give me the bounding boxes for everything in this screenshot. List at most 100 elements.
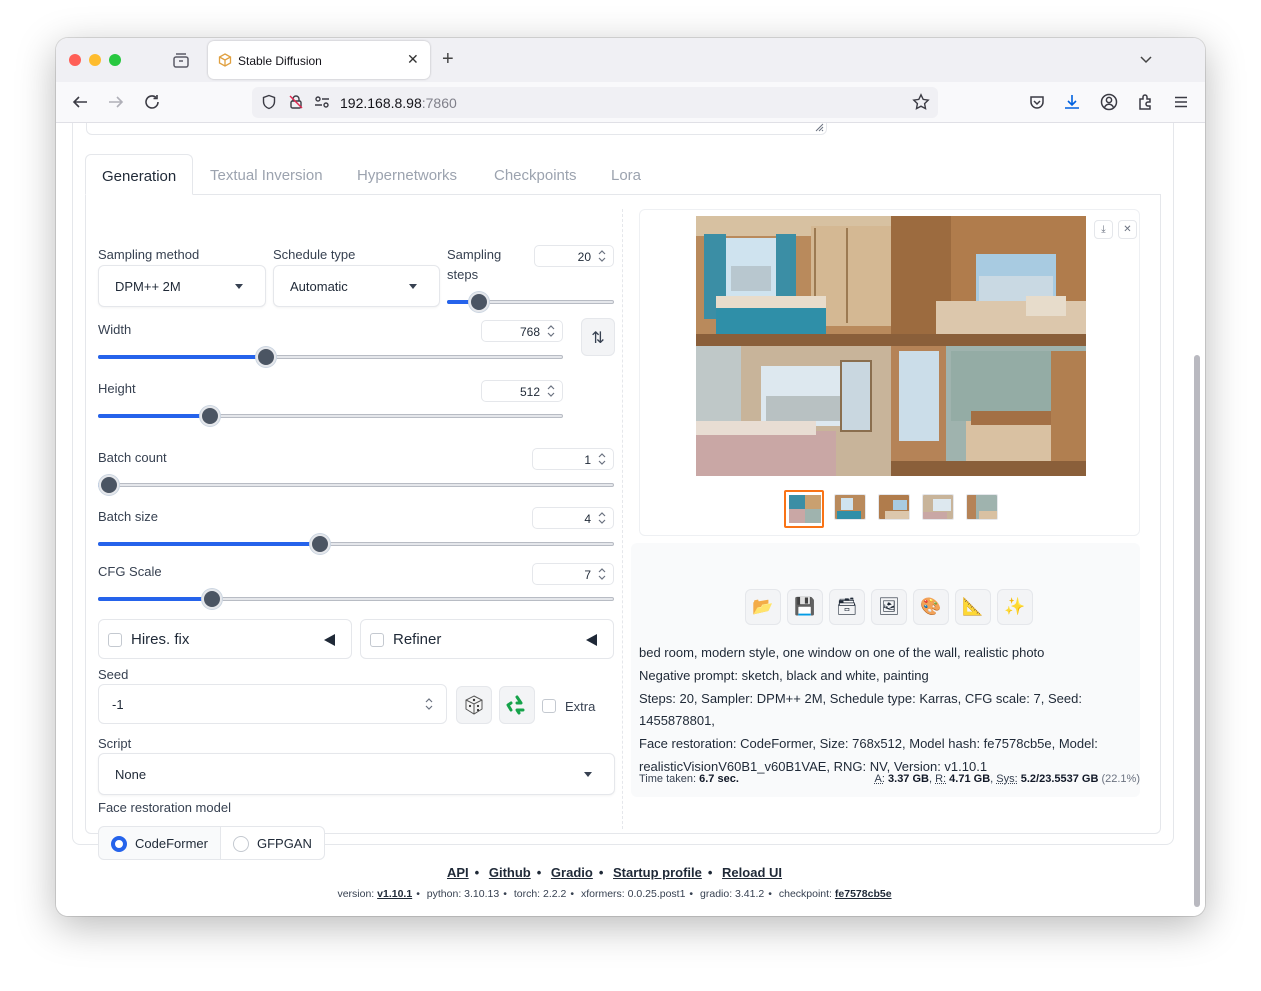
url-text[interactable]: 192.168.8.98:7860 xyxy=(340,95,457,111)
generated-image-grid[interactable] xyxy=(696,216,1086,476)
radio-unselected-icon[interactable] xyxy=(232,836,249,852)
thumbnail-3[interactable] xyxy=(922,494,954,520)
close-tab-icon[interactable]: ✕ xyxy=(407,52,419,66)
download-icon[interactable]: ⤓ xyxy=(1094,220,1113,239)
prompt-textarea[interactable] xyxy=(86,123,827,135)
cfg-scale-label: CFG Scale xyxy=(98,564,162,579)
batch-count-slider[interactable] xyxy=(98,475,614,495)
random-seed-button[interactable] xyxy=(456,686,492,724)
batch-size-label: Batch size xyxy=(98,509,158,524)
hires-fix-accordion[interactable]: Hires. fix xyxy=(98,619,352,659)
window-close-button[interactable] xyxy=(69,54,81,66)
version-link[interactable]: v1.10.1 xyxy=(377,888,412,900)
slider-handle[interactable] xyxy=(99,475,119,495)
thumbnail-4[interactable] xyxy=(966,494,998,520)
hires-fix-checkbox[interactable] xyxy=(108,633,122,647)
footer-link-github[interactable]: Github xyxy=(489,865,531,880)
height-slider[interactable] xyxy=(98,406,563,426)
width-input[interactable]: 768 xyxy=(481,320,563,342)
tab-generation[interactable]: Generation xyxy=(85,154,194,195)
sampling-steps-slider[interactable] xyxy=(447,292,614,312)
browser-tab-active[interactable]: Stable Diffusion ✕ xyxy=(208,41,430,79)
refiner-checkbox[interactable] xyxy=(370,633,384,647)
spinner-arrows-icon[interactable] xyxy=(423,696,435,712)
slider-fill xyxy=(98,597,214,601)
save-button[interactable]: 💾 xyxy=(787,589,823,625)
tab-checkpoints[interactable]: Checkpoints xyxy=(494,154,577,195)
spinner-arrows-icon[interactable] xyxy=(596,511,608,525)
cfg-scale-slider[interactable] xyxy=(98,589,614,609)
slider-handle[interactable] xyxy=(255,347,276,367)
height-input[interactable]: 512 xyxy=(481,380,563,402)
slider-handle[interactable] xyxy=(200,406,221,426)
spinner-arrows-icon[interactable] xyxy=(596,249,608,263)
bedroom-grid-image xyxy=(696,216,1086,476)
radio-codeformer[interactable]: CodeFormer xyxy=(98,826,221,860)
window-maximize-button[interactable] xyxy=(109,54,121,66)
tab-list-icon[interactable] xyxy=(172,51,190,69)
tab-lora[interactable]: Lora xyxy=(611,154,641,195)
footer-link-startup-profile[interactable]: Startup profile xyxy=(613,865,702,880)
batch-count-input[interactable]: 1 xyxy=(532,448,614,470)
open-folder-button[interactable]: 📂 xyxy=(745,589,781,625)
spinner-arrows-icon[interactable] xyxy=(596,452,608,466)
footer-link-reload-ui[interactable]: Reload UI xyxy=(722,865,782,880)
send-to-extras-button[interactable]: 📐 xyxy=(955,589,991,625)
slider-handle[interactable] xyxy=(310,534,331,554)
schedule-type-dropdown[interactable]: Automatic xyxy=(273,265,440,307)
send-to-img2img-button[interactable]: 🖼 xyxy=(871,589,907,625)
extra-seed-checkbox[interactable] xyxy=(542,699,556,713)
extensions-icon[interactable] xyxy=(1136,93,1154,111)
footer-link-gradio[interactable]: Gradio xyxy=(551,865,593,880)
collapse-triangle-icon[interactable] xyxy=(324,634,335,646)
info-prompt: bed room, modern style, one window on on… xyxy=(639,645,1045,660)
close-icon[interactable]: ✕ xyxy=(1118,220,1137,239)
footer-link-api[interactable]: API xyxy=(447,865,469,880)
cfg-scale-input[interactable]: 7 xyxy=(532,563,614,585)
bookmark-star-icon[interactable] xyxy=(912,93,930,111)
forward-arrow-icon[interactable] xyxy=(107,93,125,111)
sampling-method-dropdown[interactable]: DPM++ 2M xyxy=(98,265,266,307)
reuse-seed-button[interactable] xyxy=(499,686,535,724)
script-dropdown[interactable]: None xyxy=(98,753,615,795)
thumbnail-2[interactable] xyxy=(878,494,910,520)
hamburger-menu-icon[interactable] xyxy=(1172,93,1190,111)
spinner-arrows-icon[interactable] xyxy=(596,567,608,581)
back-arrow-icon[interactable] xyxy=(71,93,89,111)
shield-icon[interactable] xyxy=(261,94,277,110)
radio-gfpgan[interactable]: GFPGAN xyxy=(220,826,325,860)
new-tab-icon[interactable]: + xyxy=(442,49,454,69)
tab-hypernetworks[interactable]: Hypernetworks xyxy=(357,154,457,195)
tab-textual-inversion[interactable]: Textual Inversion xyxy=(210,154,323,195)
downloads-icon[interactable] xyxy=(1063,93,1081,111)
account-icon[interactable] xyxy=(1100,93,1118,111)
seed-input[interactable]: -1 xyxy=(98,684,447,724)
collapse-triangle-icon[interactable] xyxy=(586,634,597,646)
permissions-icon[interactable] xyxy=(314,95,330,109)
window-minimize-button[interactable] xyxy=(89,54,101,66)
checkpoint-link[interactable]: fe7578cb5e xyxy=(835,888,892,900)
insecure-lock-icon[interactable] xyxy=(288,94,304,110)
slider-handle[interactable] xyxy=(202,589,223,609)
pocket-icon[interactable] xyxy=(1028,93,1046,111)
radio-selected-icon[interactable] xyxy=(111,836,127,852)
url-bar[interactable]: 192.168.8.98:7860 xyxy=(252,87,938,118)
send-to-inpaint-button[interactable]: 🎨 xyxy=(913,589,949,625)
thumbnail-grid[interactable] xyxy=(784,490,824,528)
resize-grip-icon[interactable] xyxy=(814,123,824,132)
width-slider[interactable] xyxy=(98,347,563,367)
thumbnail-1[interactable] xyxy=(834,494,866,520)
reload-icon[interactable] xyxy=(143,93,161,111)
upscale-button[interactable]: ✨ xyxy=(997,589,1033,625)
zip-button[interactable]: 🗃 xyxy=(829,589,865,625)
swap-dimensions-button[interactable]: ⇅ xyxy=(581,318,615,356)
spinner-arrows-icon[interactable] xyxy=(545,384,557,398)
spinner-arrows-icon[interactable] xyxy=(545,324,557,338)
sampling-steps-input[interactable]: 20 xyxy=(534,245,614,267)
chevron-down-icon[interactable] xyxy=(1139,52,1153,66)
scrollbar-thumb[interactable] xyxy=(1194,355,1200,907)
refiner-accordion[interactable]: Refiner xyxy=(360,619,614,659)
batch-size-slider[interactable] xyxy=(98,534,614,554)
batch-size-input[interactable]: 4 xyxy=(532,507,614,529)
palette-icon: 🎨 xyxy=(920,597,942,616)
